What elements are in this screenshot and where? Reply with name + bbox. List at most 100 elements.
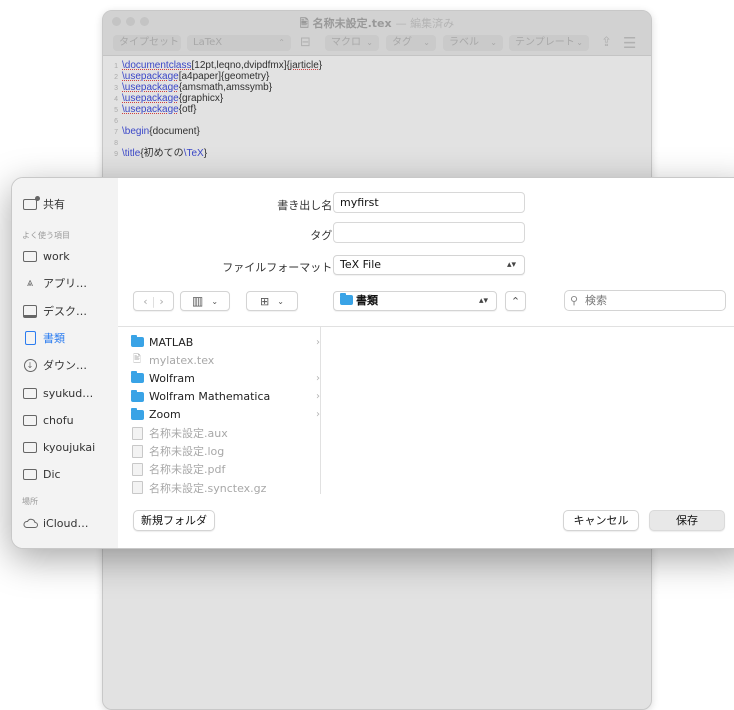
code-line: 1 \documentclass[12pt,leqno,dvipdfmx]{jar… — [103, 60, 322, 71]
locations-header: 場所 — [22, 497, 38, 506]
sidebar-item-item[interactable]: デスク… — [22, 302, 87, 320]
latex-command: \title — [122, 148, 141, 159]
forward-icon[interactable]: › — [159, 295, 163, 308]
grid-icon: ⊞ — [260, 294, 270, 308]
template-menu[interactable]: テンプレート ⌄ — [509, 35, 589, 51]
folder-icon — [22, 440, 38, 454]
search-field[interactable]: ⚲ 検索 — [564, 290, 726, 311]
document-icon — [130, 444, 144, 458]
macro-menu[interactable]: マクロ ⌄ — [325, 35, 379, 51]
folder-row[interactable]: MATLAB › — [130, 333, 320, 351]
latex-command: \usepackage — [122, 71, 179, 82]
document-icon — [22, 331, 38, 345]
latex-command: \begin — [122, 126, 150, 137]
document-icon — [130, 462, 144, 476]
label-menu[interactable]: ラベル ⌄ — [443, 35, 503, 51]
code-line: 8 — [103, 137, 122, 148]
download-icon: ↓ — [22, 358, 38, 372]
chevron-down-icon: ⌄ — [277, 296, 284, 306]
sidebar-item-dic[interactable]: Dic — [22, 465, 61, 483]
collapse-button[interactable]: ⌃ — [505, 291, 526, 311]
tags-field[interactable] — [333, 222, 525, 243]
sidebar-item-label: syukud… — [43, 386, 94, 400]
location-select[interactable]: 書類 ▴▾ — [333, 291, 497, 311]
stepper-arrows-icon: ▴▾ — [506, 260, 516, 270]
sidebar-item-item[interactable]: 共有 — [22, 195, 65, 213]
code-line: 6 — [103, 115, 122, 126]
file-row: 名称未設定.synctex.gz — [130, 479, 310, 497]
engine-select[interactable]: LaTeX ⌃ — [187, 35, 291, 51]
save-dialog: 共有よく使う項目 work ⩓ アプリ… デスク… 書類 ↓ ダウン… syukud… chofu… — [11, 177, 734, 549]
stepper-arrows-icon: ▴▾ — [478, 296, 488, 306]
back-icon[interactable]: ‹ — [143, 295, 147, 308]
share-icon[interactable]: ⇪ — [601, 35, 612, 51]
sidebar-item-label: work — [43, 249, 70, 263]
view-mode-column-button[interactable]: ▥ ⌄ — [180, 291, 230, 311]
file-row: 🖹 mylatex.tex — [130, 351, 310, 369]
back-forward-buttons[interactable]: ‹ | › — [133, 291, 174, 311]
code-text: jarticle — [289, 60, 319, 71]
chevron-down-icon: ⌄ — [366, 38, 373, 47]
save-as-field[interactable]: myfirst — [333, 192, 525, 213]
sidebar-item-item[interactable]: 書類 — [22, 329, 65, 347]
editor-toolbar: タイプセット LaTeX ⌃ ⊟ マクロ ⌄ タグ ⌄ ラベル ⌄ テンプレート ⌄ ⇪ … — [103, 31, 651, 56]
file-name: 名称未設定.log — [149, 445, 225, 459]
sidebar-item-label: chofu — [43, 413, 74, 427]
folder-row[interactable]: Zoom › — [130, 406, 320, 424]
file-format-label: ファイルフォーマット: — [222, 261, 336, 274]
trash-icon[interactable]: ⊟ — [300, 35, 311, 51]
file-name: MATLAB — [149, 335, 194, 349]
cancel-button[interactable]: キャンセル — [563, 510, 639, 531]
chevron-right-icon: › — [316, 409, 320, 421]
new-folder-button[interactable]: 新規フォルダ — [133, 510, 215, 531]
chevron-right-icon: › — [316, 336, 320, 348]
latex-command: \usepackage — [122, 82, 179, 93]
code-line: 9 \title{初めての\TeX} — [103, 148, 207, 159]
applications-icon: ⩓ — [26, 276, 34, 289]
group-button[interactable]: ⊞ ⌄ — [246, 291, 298, 311]
tag-menu[interactable]: タグ ⌄ — [386, 35, 436, 51]
split-view-icon[interactable]: ☰ — [623, 35, 636, 51]
file-row: 名称未設定.aux — [130, 424, 310, 442]
code-line: 3 \usepackage{amsmath,amssymb} — [103, 82, 272, 93]
latex-command: \TeX — [183, 148, 204, 159]
save-as-label: 書き出し名: — [277, 199, 336, 212]
code-line: 2 \usepackage[a4paper]{geometry} — [103, 71, 269, 82]
chevron-right-icon: › — [316, 391, 320, 403]
code-line: 5 \usepackage{otf} — [103, 104, 196, 115]
sidebar-item-label: 共有 — [43, 198, 65, 211]
code-text: } — [203, 148, 208, 159]
sidebar-item-icloud[interactable]: iCloud… — [22, 514, 88, 532]
code-text: [a4paper]{geometry} — [178, 71, 270, 82]
sidebar-item-label: ダウン… — [43, 359, 87, 372]
code-text: {document} — [149, 126, 200, 137]
code-text: {graphicx} — [178, 93, 224, 104]
file-row: 名称未設定.log — [130, 442, 310, 460]
sidebar-item-syukud[interactable]: syukud… — [22, 384, 93, 402]
line-number: 9 — [114, 151, 118, 158]
file-format-select[interactable]: TeX File ▴▾ — [333, 255, 525, 275]
file-name: 名称未設定.pdf — [149, 463, 226, 477]
save-button[interactable]: 保存 — [649, 510, 725, 531]
chevron-down-icon: ⌄ — [211, 296, 219, 306]
sidebar-item-label: アプリ… — [43, 277, 87, 290]
sidebar-item-chofu[interactable]: chofu — [22, 411, 74, 429]
sidebar-item-work[interactable]: work — [22, 247, 70, 265]
sidebar-item-kyoujukai[interactable]: kyoujukai — [22, 438, 95, 456]
sidebar-item-item[interactable]: ⩓ アプリ… — [22, 274, 87, 292]
folder-icon — [130, 335, 144, 348]
favorites-header: よく使う項目 — [22, 231, 70, 240]
divider — [118, 326, 734, 327]
folder-row[interactable]: Wolfram › — [130, 369, 320, 387]
desktop-icon — [22, 304, 38, 318]
chevron-up-icon: ⌃ — [510, 294, 521, 308]
tex-document-icon: 🖹 — [132, 353, 142, 365]
sidebar-item-item[interactable]: ↓ ダウン… — [22, 356, 87, 374]
sidebar: 共有よく使う項目 work ⩓ アプリ… デスク… 書類 ↓ ダウン… syukud… chofu… — [12, 178, 118, 548]
folder-icon — [22, 467, 38, 481]
folder-icon — [130, 371, 144, 384]
folder-row[interactable]: Wolfram Mathematica › — [130, 388, 320, 406]
typeset-button[interactable]: タイプセット — [113, 35, 181, 51]
file-name: Zoom — [149, 408, 181, 422]
folder-icon — [22, 249, 38, 263]
